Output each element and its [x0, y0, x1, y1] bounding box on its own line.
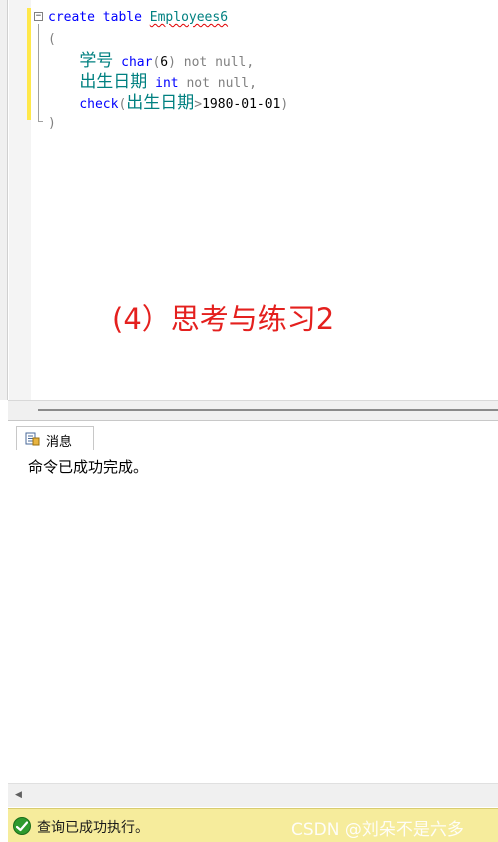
check-value: 1980-01-01 — [202, 97, 281, 112]
query-editor[interactable]: − create table Employees6 ( 学号 char(6) n… — [0, 0, 498, 400]
check-keyword: check — [79, 97, 119, 112]
result-message: 命令已成功完成。 — [28, 458, 149, 476]
column-name: 出生日期 — [126, 93, 195, 113]
success-check-icon — [13, 817, 31, 835]
tab-messages[interactable]: 消息 — [16, 426, 94, 450]
code-line-2: ( — [48, 30, 56, 50]
scroll-left-icon[interactable]: ◀ — [15, 790, 22, 800]
code-line-4: 出生日期 int not null, — [48, 72, 257, 92]
editor-left-margin — [0, 0, 8, 400]
code-text[interactable]: create table Employees6 ( 学号 char(6) not… — [48, 8, 288, 131]
messages-icon — [25, 431, 40, 446]
change-tracking-bar — [27, 8, 31, 120]
keyword: create — [48, 10, 95, 25]
results-pane: 消息 命令已成功完成。 ◀ — [8, 420, 498, 808]
type-keyword: int — [155, 76, 179, 91]
paren: ) — [48, 116, 56, 131]
column-name: 学号 — [79, 51, 114, 71]
code-line-5: check(出生日期>1980-01-01) — [48, 93, 288, 113]
tab-label: 消息 — [46, 435, 73, 450]
status-text: 查询已成功执行。 — [37, 820, 149, 836]
collapse-toggle-icon[interactable]: − — [34, 12, 43, 21]
code-line-3: 学号 char(6) not null, — [48, 51, 254, 71]
caption-overlay: (4）思考与练习2 — [112, 302, 335, 336]
column-name: 出生日期 — [79, 72, 148, 92]
constraint: not null, — [186, 76, 257, 91]
constraint: not null, — [183, 55, 255, 70]
type-size: 6 — [160, 55, 169, 70]
pane-splitter[interactable] — [8, 400, 498, 420]
code-line-1: create table Employees6 — [48, 8, 228, 28]
watermark: CSDN @刘朵不是六多 — [291, 820, 464, 840]
fold-guide-end — [38, 121, 43, 122]
operator: > — [194, 97, 203, 112]
table-name: Employees6 — [149, 10, 229, 25]
fold-guide-line — [38, 24, 39, 122]
keyword: table — [102, 10, 142, 25]
code-line-6: ) — [48, 114, 56, 134]
horizontal-scrollbar[interactable]: ◀ — [8, 783, 498, 807]
type-keyword: char — [121, 55, 153, 70]
paren: ( — [48, 32, 56, 47]
status-bar: 查询已成功执行。 CSDN @刘朵不是六多 — [8, 808, 498, 842]
paren: ) — [168, 55, 176, 70]
splitter-line — [38, 409, 498, 411]
paren: ) — [280, 97, 289, 112]
